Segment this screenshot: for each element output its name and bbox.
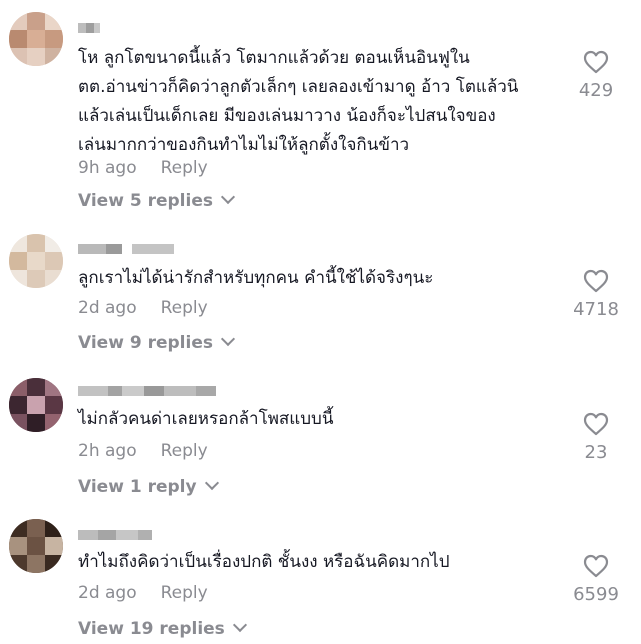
view-replies-label: View 1 reply	[78, 477, 197, 497]
like-button[interactable]: 4718	[566, 269, 626, 320]
comment-time: 2d ago	[78, 298, 137, 318]
view-replies-button[interactable]: View 19 replies	[78, 617, 247, 639]
view-replies-label: View 19 replies	[78, 619, 225, 639]
avatar[interactable]	[9, 519, 63, 573]
heart-outline-icon	[583, 554, 609, 578]
reply-button[interactable]: Reply	[161, 583, 208, 603]
username-blurred[interactable]	[78, 22, 100, 34]
comment-meta: 2d ago Reply	[78, 298, 208, 318]
chevron-down-icon	[204, 475, 219, 491]
avatar[interactable]	[9, 12, 63, 66]
view-replies-label: View 5 replies	[78, 191, 213, 211]
comment-text: ไม่กลัวคนด่าเลยหรอกล้าโพสแบบนี้	[78, 409, 334, 429]
username-blurred[interactable]	[78, 385, 216, 397]
heart-outline-icon	[583, 412, 609, 436]
like-button[interactable]: 23	[566, 412, 626, 463]
comment-time: 2d ago	[78, 583, 137, 603]
chevron-down-icon	[220, 189, 236, 205]
reply-button[interactable]: Reply	[161, 441, 208, 461]
comment-text: ทำไมถึงคิดว่าเป็นเรื่องปกติ ชั้นงง หรือฉ…	[78, 552, 450, 572]
comment-meta: 2h ago Reply	[78, 441, 208, 461]
like-count: 23	[584, 442, 608, 463]
username-blurred[interactable]	[78, 529, 152, 541]
comment-meta: 9h ago Reply	[78, 158, 208, 178]
view-replies-button[interactable]: View 5 replies	[78, 189, 236, 211]
like-count: 4718	[573, 299, 619, 320]
view-replies-button[interactable]: View 1 reply	[78, 475, 219, 497]
comment-text: ลูกเราไม่ได้น่ารักสำหรับทุกคน คำนี้ใช้ได…	[78, 268, 434, 288]
like-button[interactable]: 6599	[566, 554, 626, 605]
view-replies-label: View 9 replies	[78, 333, 213, 353]
chevron-down-icon	[232, 617, 247, 633]
comment-text: โห ลูกโตขนาดนี้แล้ว โตมากแล้วด้วย ตอนเห็…	[78, 48, 519, 155]
heart-outline-icon	[583, 269, 609, 293]
like-count: 6599	[573, 584, 619, 605]
avatar[interactable]	[9, 234, 63, 288]
like-count: 429	[578, 80, 614, 101]
comment-time: 2h ago	[78, 441, 137, 461]
comment-time: 9h ago	[78, 158, 137, 178]
username-blurred[interactable]	[78, 243, 174, 255]
comment-meta: 2d ago Reply	[78, 583, 208, 603]
avatar[interactable]	[9, 378, 63, 432]
reply-button[interactable]: Reply	[161, 158, 208, 178]
reply-button[interactable]: Reply	[161, 298, 208, 318]
like-button[interactable]: 429	[566, 50, 626, 101]
chevron-down-icon	[220, 331, 236, 347]
heart-outline-icon	[583, 50, 609, 74]
view-replies-button[interactable]: View 9 replies	[78, 331, 236, 353]
